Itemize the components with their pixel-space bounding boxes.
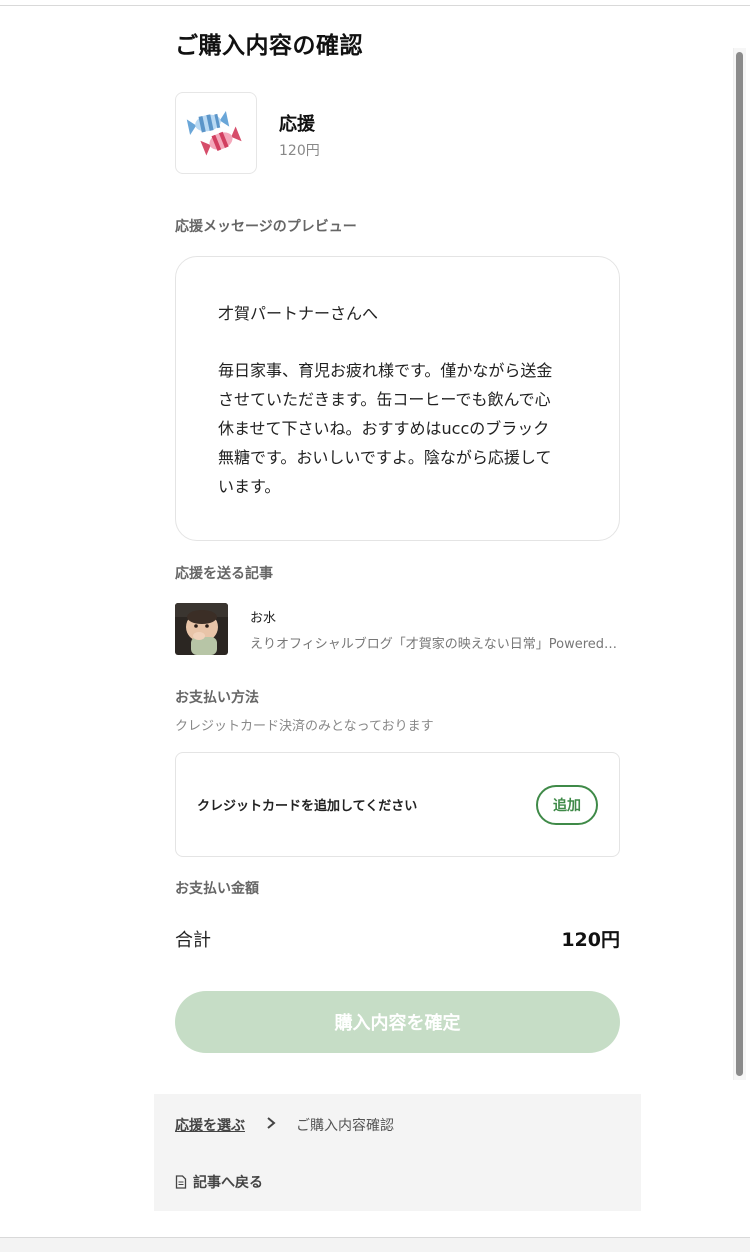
payment-heading: お支払い方法 [175,690,259,706]
breadcrumb-current: ご購入内容確認 [296,1118,394,1134]
payment-note: クレジットカード決済のみとなっております [175,719,434,734]
scrollbar-thumb[interactable] [736,52,743,1076]
message-greeting: 才賀パートナーさんへ [218,304,379,323]
card-prompt: クレジットカードを追加してください [197,799,418,814]
product-name: 応援 [279,114,315,135]
article-source: えりオフィシャルブログ「才賀家の映えない日常」Powered by Ameba [250,637,620,652]
message-body: 毎日家事、育児お疲れ様です。僅かながら送金 させていただきます。缶コーヒーでも飲… [218,361,553,496]
article-heading: 応援を送る記事 [175,566,273,582]
total-value: 120円 [561,929,620,951]
top-divider [0,5,750,6]
document-icon [175,1175,187,1189]
footer-panel [154,1094,641,1211]
product-price: 120円 [279,143,320,159]
page-title: ご購入内容の確認 [175,33,363,59]
product-thumbnail [175,92,257,174]
back-link-label: 記事へ戻る [193,1175,263,1191]
add-card-button[interactable]: 追加 [536,785,598,825]
article-title[interactable]: お水 [250,607,276,626]
amount-heading: お支払い金額 [175,881,259,897]
back-to-article-link[interactable]: 記事へ戻る [175,1172,263,1192]
breadcrumb-choose-support-link[interactable]: 応援を選ぶ [175,1115,245,1135]
total-label: 合計 [175,930,211,951]
chevron-right-icon [267,1117,276,1129]
candy-icon [186,111,242,156]
bottom-divider [0,1237,750,1252]
confirm-purchase-button[interactable]: 購入内容を確定 [175,991,620,1053]
article-thumbnail[interactable] [175,603,228,655]
preview-heading: 応援メッセージのプレビュー [175,219,357,235]
